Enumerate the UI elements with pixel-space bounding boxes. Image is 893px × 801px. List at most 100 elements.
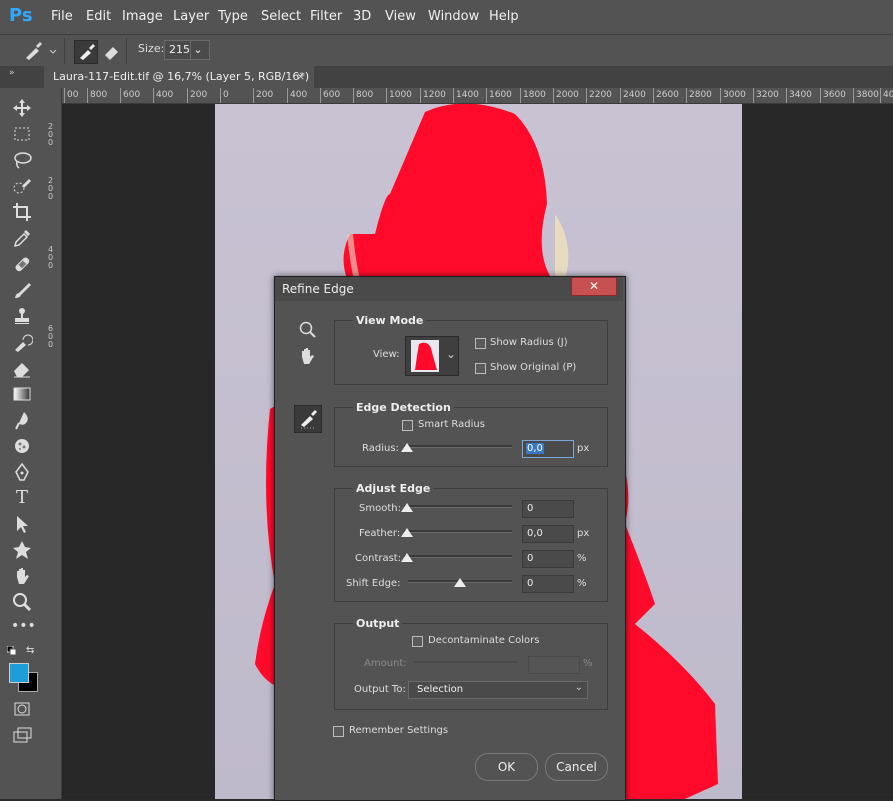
shift-edge-slider-thumb[interactable] bbox=[454, 578, 466, 587]
refine-radius-brush-icon bbox=[26, 42, 57, 60]
view-mode-dropdown[interactable]: ⌄ bbox=[405, 336, 459, 376]
move-icon bbox=[13, 99, 31, 117]
erase-refinements-tool-button[interactable] bbox=[100, 40, 122, 62]
show-radius-checkbox[interactable] bbox=[475, 338, 486, 349]
type-tool[interactable]: T bbox=[11, 487, 33, 509]
clone-stamp-tool[interactable] bbox=[11, 305, 33, 327]
contrast-slider-track[interactable] bbox=[404, 555, 512, 558]
ruler-tick-label: 400 bbox=[287, 88, 307, 103]
shift-edge-input[interactable]: 0 bbox=[522, 575, 574, 593]
radius-slider-thumb[interactable] bbox=[401, 443, 413, 452]
crop-icon bbox=[13, 203, 31, 221]
blur-tool[interactable] bbox=[11, 409, 33, 431]
quick-selection-tool[interactable] bbox=[11, 175, 33, 197]
shift-edge-label: Shift Edge: bbox=[346, 578, 401, 589]
collapse-panels-icon[interactable]: » bbox=[9, 68, 15, 78]
more-tools[interactable]: ••• bbox=[11, 619, 36, 641]
menu-select[interactable]: Select bbox=[261, 0, 301, 34]
ruler-tick-label: 00 bbox=[64, 88, 78, 103]
quick-mask-button[interactable] bbox=[11, 698, 33, 720]
type-icon: T bbox=[15, 487, 28, 508]
show-radius-label: Show Radius (J) bbox=[490, 337, 568, 348]
eraser-tool[interactable] bbox=[11, 357, 33, 379]
custom-shape-tool[interactable] bbox=[11, 539, 33, 561]
close-tab-icon[interactable]: × bbox=[296, 66, 305, 88]
contrast-slider-thumb[interactable] bbox=[401, 553, 413, 562]
feather-value: 0,0 bbox=[527, 528, 543, 539]
feather-input[interactable]: 0,0 bbox=[522, 525, 574, 543]
quick-selection-icon bbox=[13, 179, 31, 194]
edge-detection-group bbox=[334, 407, 608, 467]
menu-edit[interactable]: Edit bbox=[86, 0, 111, 34]
refine-radius-tool-button[interactable] bbox=[294, 405, 322, 433]
foreground-color-swatch[interactable] bbox=[9, 663, 29, 683]
menu-view[interactable]: View bbox=[385, 0, 416, 34]
smart-radius-checkbox[interactable] bbox=[402, 420, 413, 431]
divider bbox=[126, 38, 127, 64]
radius-slider-track[interactable] bbox=[404, 445, 512, 448]
ruler-tick-label: 0 bbox=[48, 261, 54, 270]
size-dropdown[interactable]: 215 ⌄ bbox=[164, 40, 210, 60]
hand-tool[interactable] bbox=[11, 565, 33, 587]
ruler-tick-label: 3200 bbox=[753, 88, 779, 103]
default-colors-icon[interactable] bbox=[6, 645, 17, 656]
ruler-tick-label: 2200 bbox=[586, 88, 612, 103]
feather-slider-track[interactable] bbox=[404, 530, 512, 533]
healing-brush-tool[interactable] bbox=[11, 253, 33, 275]
move-tool[interactable] bbox=[11, 97, 33, 119]
menu-file[interactable]: File bbox=[51, 0, 73, 34]
smart-radius-label: Smart Radius bbox=[418, 419, 485, 430]
view-mode-title: View Mode bbox=[353, 314, 427, 327]
history-brush-tool[interactable] bbox=[11, 331, 34, 353]
shape-icon bbox=[13, 541, 31, 559]
menu-layer[interactable]: Layer bbox=[173, 0, 209, 34]
output-to-dropdown[interactable]: Selection ⌄ bbox=[408, 681, 588, 699]
smooth-slider-track[interactable] bbox=[404, 505, 512, 508]
pen-tool[interactable] bbox=[11, 461, 33, 483]
lasso-tool[interactable] bbox=[11, 149, 33, 171]
amount-slider-track bbox=[414, 661, 518, 663]
ruler-tick-label: 1600 bbox=[486, 88, 512, 103]
feather-unit: px bbox=[577, 528, 590, 539]
feather-slider-thumb[interactable] bbox=[401, 528, 413, 537]
zoom-tool-button[interactable] bbox=[296, 319, 318, 341]
document-tab-title: Laura-117-Edit.tif @ 16,7% (Layer 5, RGB… bbox=[53, 70, 310, 83]
decontaminate-checkbox[interactable] bbox=[412, 636, 423, 647]
radius-value: 0,0 bbox=[526, 443, 544, 454]
screen-mode-button[interactable] bbox=[11, 724, 33, 746]
dialog-close-button[interactable]: ✕ bbox=[571, 277, 617, 296]
menu-help[interactable]: Help bbox=[489, 0, 519, 34]
ruler-tick-label: 2000 bbox=[553, 88, 579, 103]
ruler-tick-label: 2800 bbox=[686, 88, 712, 103]
menu-image[interactable]: Image bbox=[122, 0, 163, 34]
show-original-checkbox[interactable] bbox=[475, 363, 486, 374]
gradient-tool[interactable] bbox=[11, 383, 33, 405]
amount-unit: % bbox=[583, 658, 593, 669]
document-tab[interactable]: Laura-117-Edit.tif @ 16,7% (Layer 5, RGB… bbox=[44, 66, 314, 88]
edge-detection-title: Edge Detection bbox=[353, 401, 454, 414]
contrast-input[interactable]: 0 bbox=[522, 550, 574, 568]
brush-tool[interactable] bbox=[11, 279, 33, 301]
menu-3d[interactable]: 3D bbox=[353, 0, 371, 34]
hand-tool-button[interactable] bbox=[296, 345, 318, 367]
refine-radius-tool-button[interactable] bbox=[74, 40, 98, 64]
menu-filter[interactable]: Filter bbox=[310, 0, 342, 34]
menu-type[interactable]: Type bbox=[218, 0, 248, 34]
tool-preset-picker[interactable] bbox=[20, 40, 58, 62]
zoom-tool[interactable] bbox=[11, 591, 33, 613]
ok-button[interactable]: OK bbox=[475, 753, 538, 781]
crop-tool[interactable] bbox=[11, 201, 33, 223]
marquee-tool[interactable] bbox=[11, 123, 33, 145]
menu-window[interactable]: Window bbox=[428, 0, 479, 34]
cancel-button[interactable]: Cancel bbox=[545, 753, 608, 781]
eyedropper-tool[interactable] bbox=[11, 227, 33, 249]
radius-input[interactable]: 0,0 bbox=[522, 440, 574, 458]
swap-colors-icon[interactable]: ⇆ bbox=[26, 645, 38, 657]
smooth-slider-thumb[interactable] bbox=[401, 503, 413, 512]
radius-label: Radius: bbox=[362, 443, 399, 454]
sponge-tool[interactable] bbox=[11, 435, 33, 457]
remember-settings-checkbox[interactable] bbox=[333, 726, 344, 737]
smooth-input[interactable]: 0 bbox=[522, 500, 574, 518]
path-selection-tool[interactable] bbox=[11, 513, 33, 535]
history-brush-icon bbox=[15, 334, 34, 352]
